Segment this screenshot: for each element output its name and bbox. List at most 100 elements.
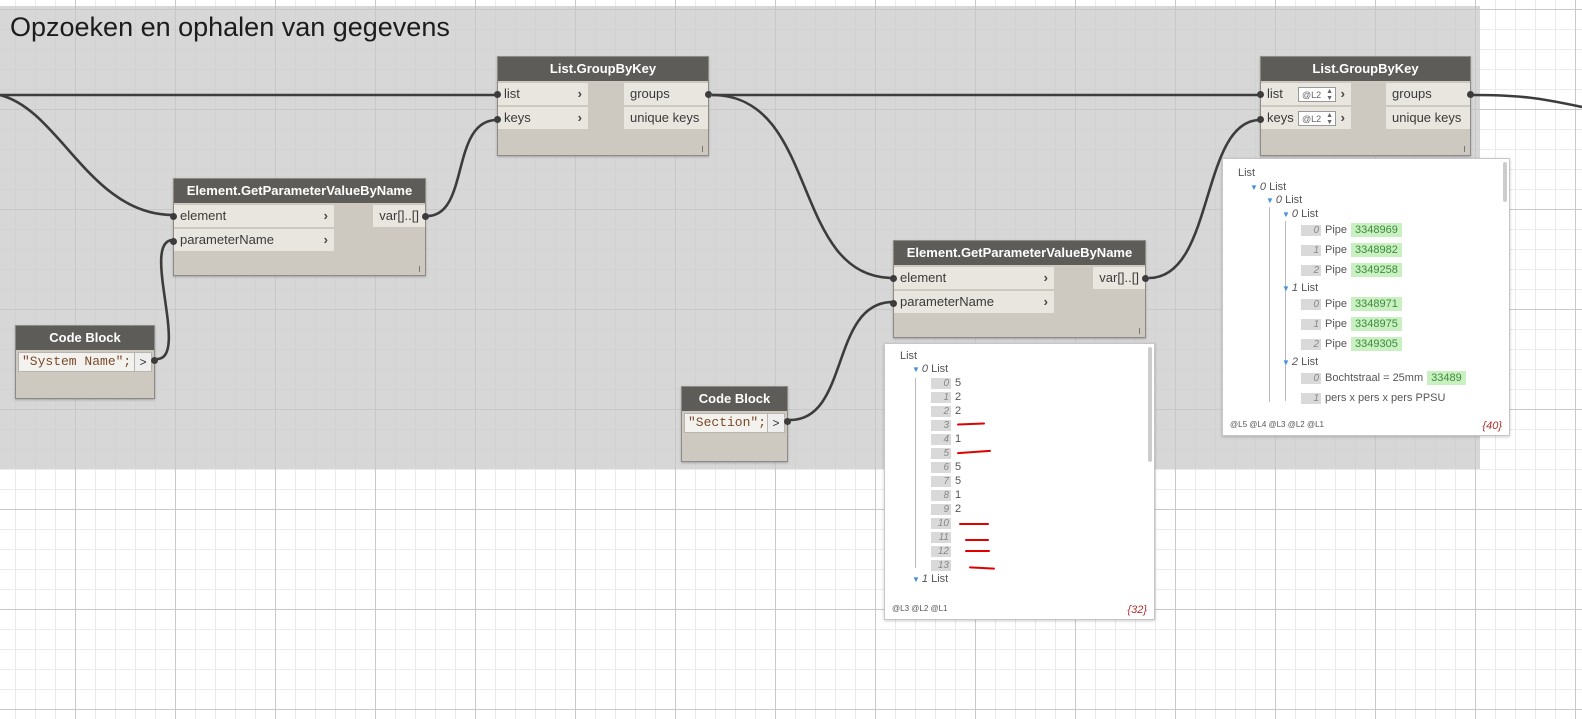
port-label: list bbox=[1267, 86, 1283, 101]
item-index: 3 bbox=[931, 419, 951, 431]
list-item: 0 Pipe 3348969 bbox=[1301, 223, 1402, 237]
node-title: Element.GetParameterValueByName bbox=[894, 241, 1145, 265]
chevron-right-icon: › bbox=[1340, 110, 1345, 125]
item-index: 9 bbox=[931, 503, 951, 515]
item-index: 10 bbox=[931, 517, 951, 529]
input-connector[interactable] bbox=[494, 116, 501, 123]
input-connector[interactable] bbox=[890, 275, 897, 282]
expand-triangle-icon[interactable]: ▼ bbox=[1282, 210, 1290, 219]
input-connector[interactable] bbox=[1257, 116, 1264, 123]
preview-count: {32} bbox=[1127, 604, 1147, 616]
code-block-node-1[interactable]: Code Block "System Name"; > bbox=[15, 325, 158, 399]
element-input-port[interactable]: element › bbox=[894, 267, 1054, 289]
code-text: "System Name"; bbox=[22, 354, 132, 369]
input-connector[interactable] bbox=[494, 91, 501, 98]
item-value: 5 bbox=[955, 461, 962, 474]
list-level-selector[interactable]: @L2 ▲ ▼ bbox=[1298, 111, 1336, 126]
list-input-port[interactable]: list › @L2 ▲ ▼ bbox=[1261, 83, 1351, 105]
var-output-port[interactable]: var[]..[] bbox=[373, 205, 425, 227]
chevron-right-icon: › bbox=[1340, 86, 1345, 101]
item-index: 1 bbox=[1301, 392, 1321, 404]
list-item: 75 bbox=[931, 474, 961, 488]
list-item: 1 pers x pers x pers PPSU bbox=[1301, 391, 1456, 405]
output-connector[interactable] bbox=[422, 213, 429, 220]
item-type: Pipe bbox=[1325, 338, 1348, 351]
input-connector[interactable] bbox=[890, 300, 897, 307]
unique-keys-output-port[interactable]: unique keys bbox=[624, 107, 708, 129]
scrollbar[interactable] bbox=[1148, 347, 1152, 462]
red-annotation-mark bbox=[959, 523, 989, 525]
expand-triangle-icon[interactable]: ▼ bbox=[1250, 183, 1258, 192]
watch-preview-1[interactable]: List ▼ 0 List 0 5 1 2 2 2 3 4 1 5 6 5 7 5 8 1 9 2 10 11 12 13 … bbox=[884, 343, 1155, 620]
expand-triangle-icon[interactable]: ▼ bbox=[1282, 358, 1290, 367]
tree-guide-line bbox=[915, 378, 916, 568]
output-connector[interactable] bbox=[1467, 91, 1474, 98]
parametername-input-port[interactable]: parameterName › bbox=[894, 291, 1054, 313]
preview-list-0-0[interactable]: ▼ 0 List bbox=[1266, 193, 1302, 207]
item-index: 6 bbox=[931, 461, 951, 473]
list-item: 05 bbox=[931, 376, 961, 390]
parametername-input-port[interactable]: parameterName › bbox=[174, 229, 334, 251]
keys-input-port[interactable]: keys › bbox=[498, 107, 588, 129]
groups-output-port[interactable]: groups bbox=[624, 83, 708, 105]
groupbykey-node-2[interactable]: List.GroupByKey list › @L2 ▲ ▼ keys › @L2 ▲ ▼ … bbox=[1257, 56, 1474, 156]
expand-triangle-icon[interactable]: ▼ bbox=[1266, 196, 1274, 205]
input-connector[interactable] bbox=[170, 213, 177, 220]
var-output-port[interactable]: var[]..[] bbox=[1093, 267, 1145, 289]
resize-handle[interactable] bbox=[1139, 328, 1140, 334]
getparameter-node-1[interactable]: Element.GetParameterValueByName element ›… bbox=[170, 178, 429, 276]
expand-triangle-icon[interactable]: ▼ bbox=[1282, 284, 1290, 293]
item-element-id: 3348971 bbox=[1351, 297, 1402, 311]
preview-list-0[interactable]: ▼ 0 List bbox=[1250, 180, 1286, 194]
watch-preview-2[interactable]: List ▼ 0 List ▼ 0 List ▼ 0 List 0 Pipe 334896… bbox=[1222, 158, 1510, 436]
groupbykey-node-1[interactable]: List.GroupByKey list › keys › groups uniqu… bbox=[494, 56, 712, 156]
keys-input-port[interactable]: keys › @L2 ▲ ▼ bbox=[1261, 107, 1351, 129]
red-annotation-mark bbox=[956, 422, 986, 426]
item-value: 1 bbox=[955, 489, 962, 502]
list-input-port[interactable]: list › bbox=[498, 83, 588, 105]
unique-keys-output-port[interactable]: unique keys bbox=[1386, 107, 1470, 129]
list-item: 0 Pipe 3348971 bbox=[1301, 297, 1402, 311]
preview-sublist-0[interactable]: ▼ 0 List bbox=[912, 362, 948, 376]
item-index: 1 bbox=[931, 391, 951, 403]
list-item: 1 Pipe 3348975 bbox=[1301, 317, 1402, 331]
node-title: List.GroupByKey bbox=[498, 57, 708, 81]
preview-list-1[interactable]: ▼ 1 List bbox=[1282, 281, 1318, 295]
list-level-selector[interactable]: @L2 ▲ ▼ bbox=[1298, 87, 1336, 102]
code-editor[interactable]: "System Name"; > bbox=[18, 352, 152, 372]
output-connector[interactable] bbox=[705, 91, 712, 98]
scrollbar[interactable] bbox=[1503, 162, 1507, 202]
tree-guide-line bbox=[1285, 221, 1286, 401]
preview-levels: @L5 @L4 @L3 @L2 @L1 bbox=[1230, 420, 1324, 429]
list-item: 13 bbox=[931, 558, 955, 572]
output-connector[interactable] bbox=[784, 418, 791, 425]
resize-handle[interactable] bbox=[1464, 146, 1465, 152]
item-index: 0 bbox=[1301, 298, 1321, 310]
chevron-right-icon: › bbox=[323, 232, 328, 247]
list-item: 10 bbox=[931, 516, 955, 530]
expand-triangle-icon[interactable]: ▼ bbox=[912, 575, 920, 584]
item-index: 11 bbox=[931, 531, 951, 543]
preview-sublist-1[interactable]: ▼ 1 List bbox=[912, 572, 948, 586]
expand-triangle-icon[interactable]: ▼ bbox=[912, 365, 920, 374]
list-item: 2 Pipe 3349258 bbox=[1301, 263, 1402, 277]
group-title[interactable]: Opzoeken en ophalen van gegevens bbox=[10, 12, 450, 43]
stepper-icon[interactable]: ▲ ▼ bbox=[1326, 88, 1333, 102]
resize-handle[interactable] bbox=[419, 266, 420, 272]
resize-handle[interactable] bbox=[702, 146, 703, 152]
port-label: list bbox=[504, 86, 520, 101]
getparameter-node-2[interactable]: Element.GetParameterValueByName element ›… bbox=[890, 240, 1149, 338]
code-editor[interactable]: "Section"; > bbox=[684, 413, 785, 433]
groups-output-port[interactable]: groups bbox=[1386, 83, 1470, 105]
output-connector[interactable] bbox=[151, 357, 158, 364]
code-output-port[interactable]: > bbox=[134, 353, 151, 371]
input-connector[interactable] bbox=[1257, 91, 1264, 98]
element-input-port[interactable]: element › bbox=[174, 205, 334, 227]
preview-list-0-0-0[interactable]: ▼ 0 List bbox=[1282, 207, 1318, 221]
preview-list-2[interactable]: ▼ 2 List bbox=[1282, 355, 1318, 369]
output-connector[interactable] bbox=[1142, 275, 1149, 282]
stepper-icon[interactable]: ▲ ▼ bbox=[1326, 112, 1333, 126]
code-output-port[interactable]: > bbox=[767, 414, 784, 432]
input-connector[interactable] bbox=[170, 238, 177, 245]
code-block-node-2[interactable]: Code Block "Section"; > bbox=[681, 386, 791, 462]
